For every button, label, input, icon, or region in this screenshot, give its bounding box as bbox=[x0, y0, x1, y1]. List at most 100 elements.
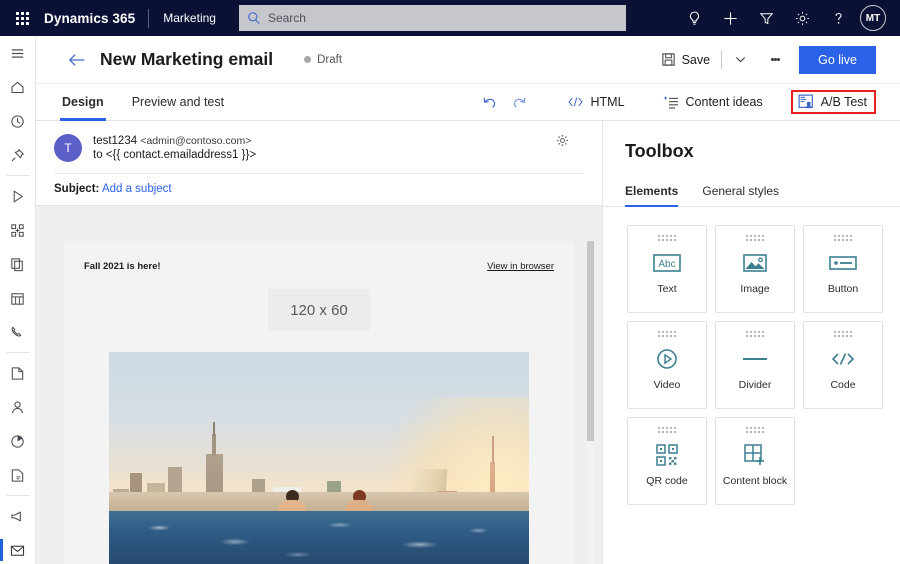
sender-name: test1234 bbox=[93, 135, 138, 147]
more-commands-button[interactable] bbox=[762, 47, 788, 73]
tab-design[interactable]: Design bbox=[60, 84, 106, 121]
element-tile-button[interactable]: Button bbox=[803, 225, 883, 313]
search-input[interactable] bbox=[267, 11, 618, 25]
undo-button[interactable] bbox=[475, 89, 505, 115]
element-tile-image[interactable]: Image bbox=[715, 225, 795, 313]
drag-handle-icon[interactable] bbox=[746, 235, 764, 241]
gear-icon[interactable] bbox=[784, 0, 820, 36]
search-box[interactable] bbox=[238, 5, 626, 31]
code-icon bbox=[829, 342, 857, 376]
drag-handle-icon[interactable] bbox=[746, 427, 764, 433]
tab-preview-and-test[interactable]: Preview and test bbox=[130, 84, 226, 121]
drag-handle-icon[interactable] bbox=[658, 331, 676, 337]
person-icon bbox=[12, 401, 23, 413]
ab-test-icon bbox=[798, 94, 813, 109]
sidebar-item-events[interactable] bbox=[0, 281, 36, 315]
tab-elements[interactable]: Elements bbox=[625, 184, 679, 207]
waffle-grid bbox=[15, 11, 29, 25]
toolbox-tabs: Elements General styles bbox=[603, 166, 900, 207]
logo-placeholder[interactable]: 120 x 60 bbox=[268, 289, 370, 331]
water-ripples bbox=[109, 511, 529, 564]
user-avatar[interactable]: MT bbox=[860, 5, 886, 31]
app-launcher-icon[interactable] bbox=[0, 0, 44, 36]
element-tile-divider[interactable]: Divider bbox=[715, 321, 795, 409]
filter-icon[interactable] bbox=[748, 0, 784, 36]
add-subject-link[interactable]: Add a subject bbox=[102, 183, 172, 195]
view-in-browser-link[interactable]: View in browser bbox=[487, 261, 554, 272]
back-button[interactable] bbox=[60, 43, 94, 77]
content-ideas-label: Content ideas bbox=[685, 95, 763, 109]
plus-icon[interactable] bbox=[712, 0, 748, 36]
redo-button[interactable] bbox=[505, 89, 535, 115]
email-header: T test1234 <admin@contoso.com> to <{{ co… bbox=[36, 121, 602, 205]
save-menu-button[interactable] bbox=[729, 49, 751, 71]
email-settings-button[interactable] bbox=[555, 133, 570, 153]
element-tile-code[interactable]: Code bbox=[803, 321, 883, 409]
element-tile-label: Video bbox=[653, 379, 681, 391]
sidebar-item-recent[interactable] bbox=[0, 104, 36, 138]
sidebar-item-segments[interactable] bbox=[0, 213, 36, 247]
rail-divider bbox=[5, 175, 30, 176]
sidebar-item-contacts[interactable] bbox=[0, 390, 36, 424]
element-tile-text[interactable]: Abc Text bbox=[627, 225, 707, 313]
drag-handle-icon[interactable] bbox=[658, 235, 676, 241]
save-button[interactable]: Save bbox=[657, 47, 715, 72]
image-icon bbox=[742, 246, 768, 280]
top-navigation-bar: Dynamics 365 Marketing Search MT bbox=[0, 0, 900, 36]
sidebar-item-forms[interactable] bbox=[0, 356, 36, 390]
element-tile-label: Code bbox=[830, 379, 856, 391]
sidebar-item-menu[interactable] bbox=[0, 36, 36, 70]
hamburger-icon bbox=[11, 48, 24, 58]
drag-handle-icon[interactable] bbox=[834, 235, 852, 241]
element-tiles-grid: Abc Text Image Button Video Divider Code… bbox=[603, 207, 900, 505]
pool-water bbox=[109, 511, 529, 564]
ab-test-label: A/B Test bbox=[820, 95, 867, 109]
hero-image[interactable] bbox=[109, 352, 529, 564]
megaphone-icon bbox=[11, 510, 21, 522]
help-icon[interactable] bbox=[820, 0, 856, 36]
element-tile-label: QR code bbox=[646, 475, 688, 487]
element-tile-qr-code[interactable]: QR code bbox=[627, 417, 707, 505]
left-navigation-rail: OM bbox=[0, 36, 36, 564]
sidebar-item-emails[interactable] bbox=[0, 533, 36, 564]
pie-chart-icon bbox=[11, 434, 24, 448]
sender-line: test1234 <admin@contoso.com> bbox=[93, 135, 256, 147]
search-icon bbox=[248, 12, 260, 24]
html-button[interactable]: HTML bbox=[561, 91, 631, 113]
email-body[interactable]: Fall 2021 is here! View in browser 120 x… bbox=[64, 242, 574, 564]
preheader-text[interactable]: Fall 2021 is here! bbox=[84, 261, 161, 272]
lightbulb-icon[interactable] bbox=[676, 0, 712, 36]
sidebar-item-journeys[interactable] bbox=[0, 179, 36, 213]
divider-icon bbox=[741, 342, 769, 376]
content-ideas-button[interactable]: Content ideas bbox=[657, 91, 769, 114]
drag-handle-icon[interactable] bbox=[746, 331, 764, 337]
app-name-label[interactable]: Marketing bbox=[149, 11, 216, 25]
command-bar-actions: Save Go live bbox=[657, 45, 900, 74]
sidebar-item-pages[interactable] bbox=[0, 247, 36, 281]
button-icon bbox=[828, 246, 858, 280]
toolbox-title: Toolbox bbox=[625, 141, 694, 161]
sidebar-item-campaigns[interactable] bbox=[0, 499, 36, 533]
email-canvas[interactable]: Fall 2021 is here! View in browser 120 x… bbox=[36, 242, 602, 564]
sidebar-item-templates[interactable] bbox=[0, 458, 36, 492]
element-tile-label: Button bbox=[827, 283, 859, 295]
segments-icon bbox=[11, 223, 24, 237]
drag-handle-icon[interactable] bbox=[658, 427, 676, 433]
sidebar-item-pinned[interactable] bbox=[0, 138, 36, 172]
element-tile-video[interactable]: Video bbox=[627, 321, 707, 409]
sidebar-item-insights[interactable] bbox=[0, 424, 36, 458]
brand-label[interactable]: Dynamics 365 bbox=[44, 11, 148, 26]
redo-icon bbox=[513, 97, 526, 108]
play-icon bbox=[13, 189, 24, 203]
tab-general-styles[interactable]: General styles bbox=[702, 184, 779, 206]
toolbox-panel: Toolbox Elements General styles Abc Text bbox=[602, 121, 900, 564]
editor-scrollbar[interactable] bbox=[587, 241, 594, 564]
ab-test-button[interactable]: A/B Test bbox=[790, 90, 876, 114]
sidebar-item-voice[interactable] bbox=[0, 315, 36, 349]
element-tile-label: Divider bbox=[738, 379, 772, 391]
sidebar-item-home[interactable] bbox=[0, 70, 36, 104]
element-tile-content-block[interactable]: Content block bbox=[715, 417, 795, 505]
go-live-button[interactable]: Go live bbox=[799, 45, 876, 74]
editor-scrollbar-thumb[interactable] bbox=[587, 241, 594, 441]
drag-handle-icon[interactable] bbox=[834, 331, 852, 337]
